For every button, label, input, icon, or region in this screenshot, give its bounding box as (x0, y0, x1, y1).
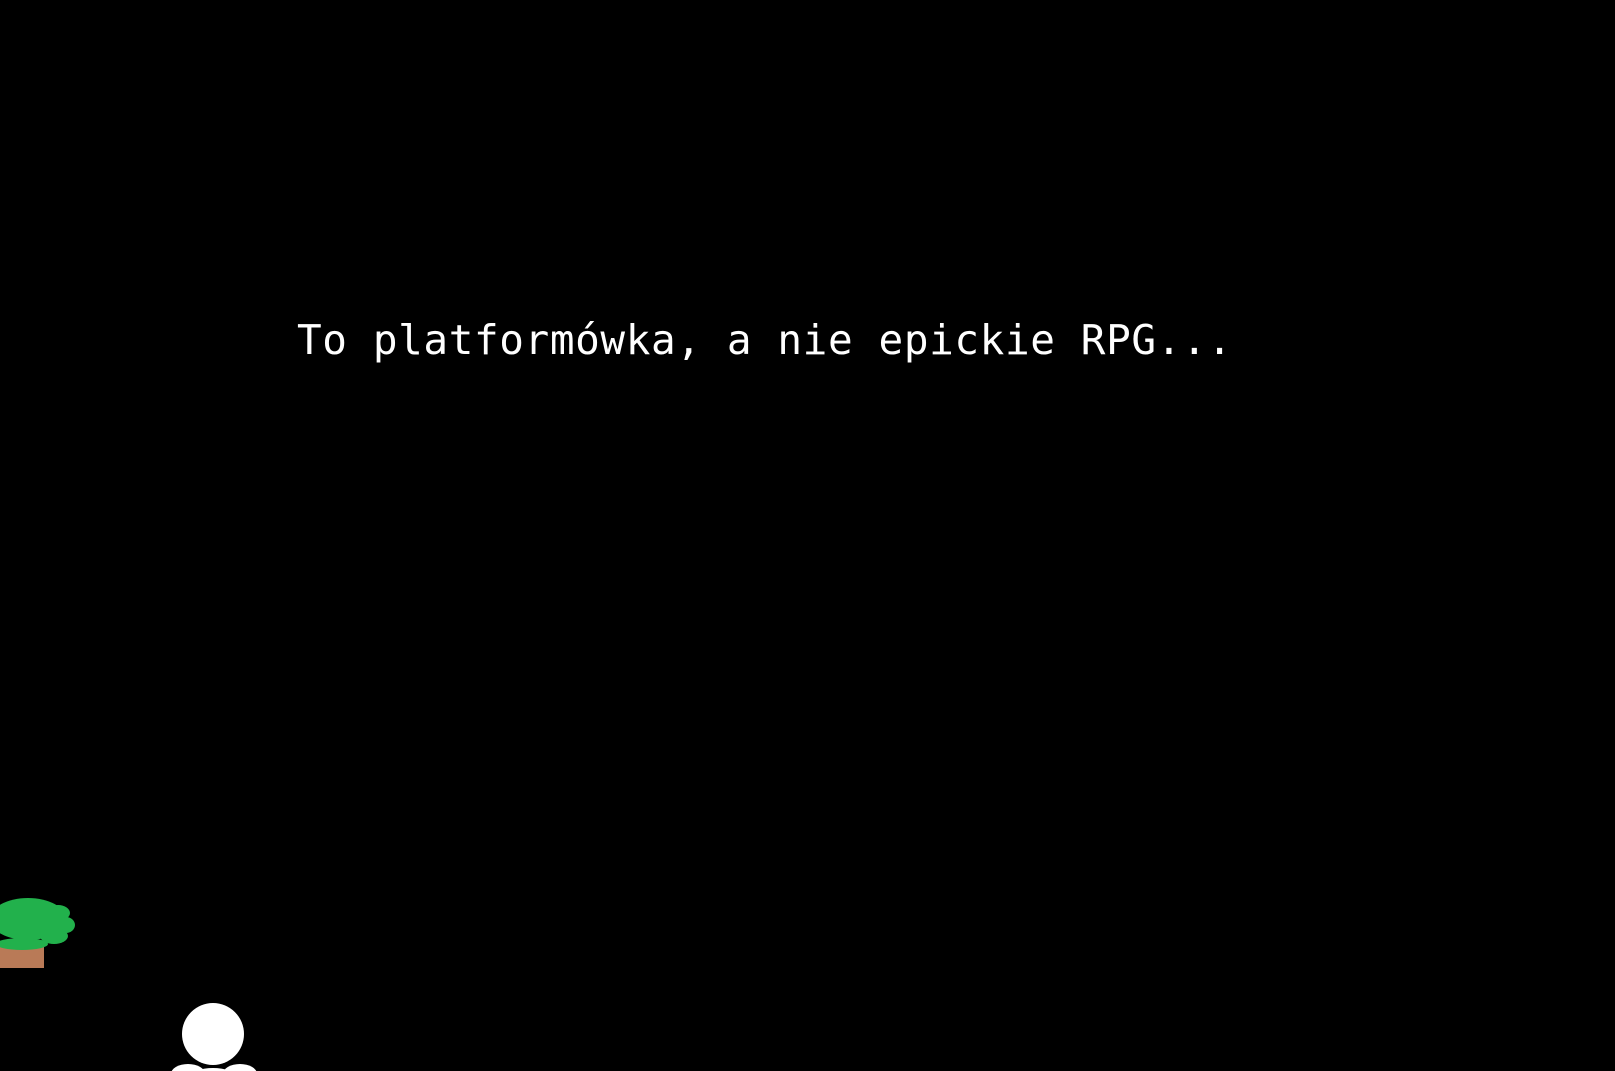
player-right-foot (223, 1064, 257, 1071)
tree-foliage (0, 898, 75, 950)
dialogue-text: To platformówka, a nie epickie RPG... (297, 316, 1233, 364)
player-character-icon (162, 1002, 264, 1071)
player-head (182, 1003, 244, 1065)
tree-platform-icon (0, 892, 80, 968)
game-screen: To platformówka, a nie epickie RPG... (0, 0, 1615, 1071)
